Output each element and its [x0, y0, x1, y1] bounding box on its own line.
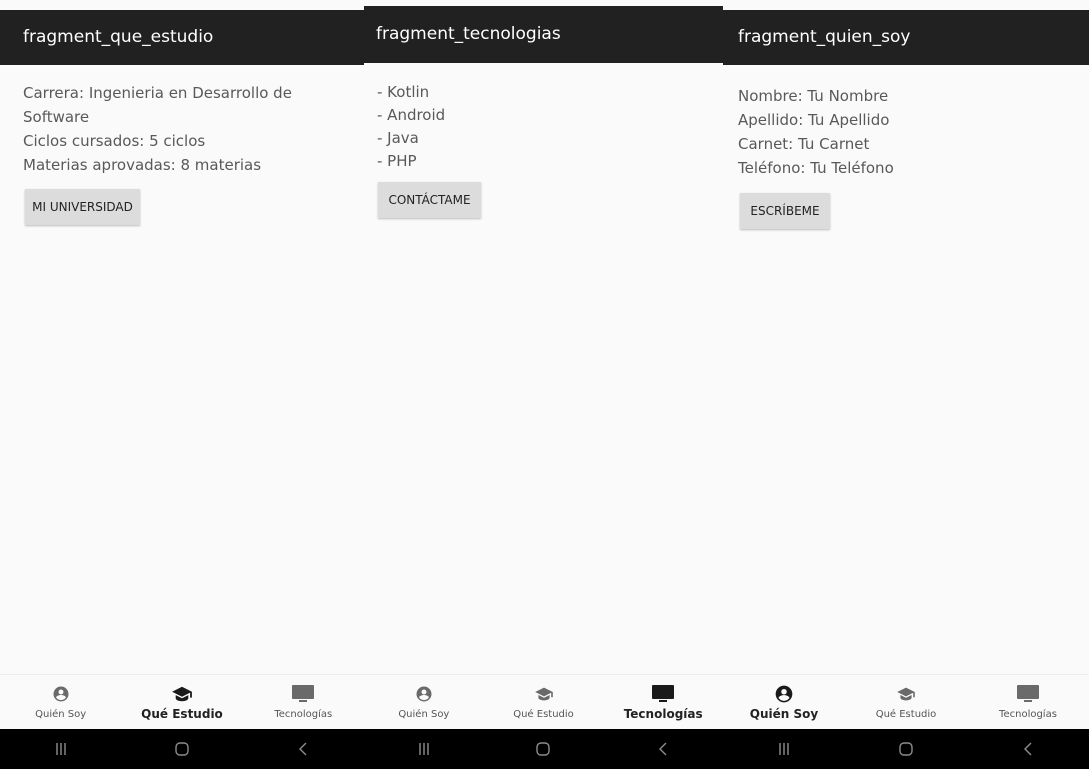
tab-tecnologias[interactable]: Tecnologías — [603, 675, 723, 729]
tab-quien-soy[interactable]: Quién Soy — [364, 675, 484, 729]
toolbar-title: fragment_que_estudio — [0, 10, 364, 65]
toolbar-title: fragment_quien_soy — [723, 10, 1089, 65]
account-circle-icon — [774, 683, 794, 705]
home-icon[interactable] — [876, 729, 936, 769]
screen-que-estudio: fragment_que_estudio Carrera: Ingenieria… — [0, 0, 364, 769]
home-icon[interactable] — [513, 729, 573, 769]
system-navigation-bar — [723, 729, 1089, 769]
tab-quien-soy[interactable]: Quién Soy — [0, 675, 121, 729]
info-line-materias: Materias aprovadas: 8 materias — [23, 156, 262, 174]
home-icon[interactable] — [152, 729, 212, 769]
monitor-icon — [651, 683, 675, 705]
info-line-apellido: Apellido: Tu Apellido — [738, 111, 890, 129]
recents-icon[interactable] — [394, 729, 454, 769]
bottom-navigation: Quién Soy Qué Estudio Tecnologías — [723, 674, 1089, 729]
list-item: - Java — [377, 129, 419, 147]
screen-tecnologias: fragment_tecnologias - Kotlin - Android … — [364, 0, 723, 769]
tab-label: Quién Soy — [35, 709, 87, 720]
tab-label: Tecnologías — [999, 709, 1057, 720]
tab-label: Quién Soy — [398, 709, 450, 720]
toolbar-title: fragment_tecnologias — [364, 6, 723, 63]
account-circle-icon — [52, 683, 70, 705]
info-line-carrera: Carrera: Ingenieria en Desarrollo de Sof… — [23, 84, 292, 126]
info-lines: Nombre: Tu Nombre Apellido: Tu Apellido … — [738, 84, 894, 180]
info-line-nombre: Nombre: Tu Nombre — [738, 87, 889, 105]
recents-icon[interactable] — [754, 729, 814, 769]
system-navigation-bar — [364, 729, 723, 769]
tab-label: Qué Estudio — [875, 709, 937, 720]
info-line-carnet: Carnet: Tu Carnet — [738, 135, 870, 153]
back-icon[interactable] — [998, 729, 1058, 769]
tab-label: Qué Estudio — [141, 707, 223, 721]
tab-que-estudio[interactable]: Qué Estudio — [121, 675, 242, 729]
bottom-navigation: Quién Soy Qué Estudio Tecnologías — [0, 674, 364, 729]
system-navigation-bar — [0, 729, 364, 769]
info-lines: Carrera: Ingenieria en Desarrollo de Sof… — [23, 81, 323, 177]
tab-que-estudio[interactable]: Qué Estudio — [484, 675, 604, 729]
monitor-icon — [1016, 683, 1040, 705]
tab-tecnologias[interactable]: Tecnologías — [243, 675, 364, 729]
tech-list: - Kotlin - Android - Java - PHP — [377, 81, 445, 173]
list-item: - PHP — [377, 152, 417, 170]
tab-label: Qué Estudio — [513, 709, 574, 720]
tab-quien-soy[interactable]: Quién Soy — [723, 675, 845, 729]
graduation-cap-icon — [534, 683, 554, 705]
list-item: - Android — [377, 106, 446, 124]
tab-tecnologias[interactable]: Tecnologías — [967, 675, 1089, 729]
escribeme-button[interactable]: ESCRÍBEME — [740, 193, 830, 229]
bottom-navigation: Quién Soy Qué Estudio Tecnologías — [364, 674, 723, 729]
screen-quien-soy: fragment_quien_soy Nombre: Tu Nombre Ape… — [723, 0, 1089, 769]
tab-label: Quién Soy — [749, 707, 819, 721]
mi-universidad-button[interactable]: MI UNIVERSIDAD — [25, 189, 140, 225]
tab-label: Tecnologías — [274, 709, 333, 720]
contactame-button[interactable]: CONTÁCTAME — [378, 182, 481, 218]
list-item: - Kotlin — [377, 83, 430, 101]
account-circle-icon — [415, 683, 433, 705]
info-line-ciclos: Ciclos cursados: 5 ciclos — [23, 132, 206, 150]
monitor-icon — [291, 683, 315, 705]
graduation-cap-icon — [896, 683, 916, 705]
back-icon[interactable] — [633, 729, 693, 769]
graduation-cap-icon — [171, 683, 193, 705]
recents-icon[interactable] — [31, 729, 91, 769]
back-icon[interactable] — [273, 729, 333, 769]
tab-label: Tecnologías — [623, 707, 703, 721]
info-line-telefono: Teléfono: Tu Teléfono — [738, 159, 894, 177]
tab-que-estudio[interactable]: Qué Estudio — [845, 675, 967, 729]
